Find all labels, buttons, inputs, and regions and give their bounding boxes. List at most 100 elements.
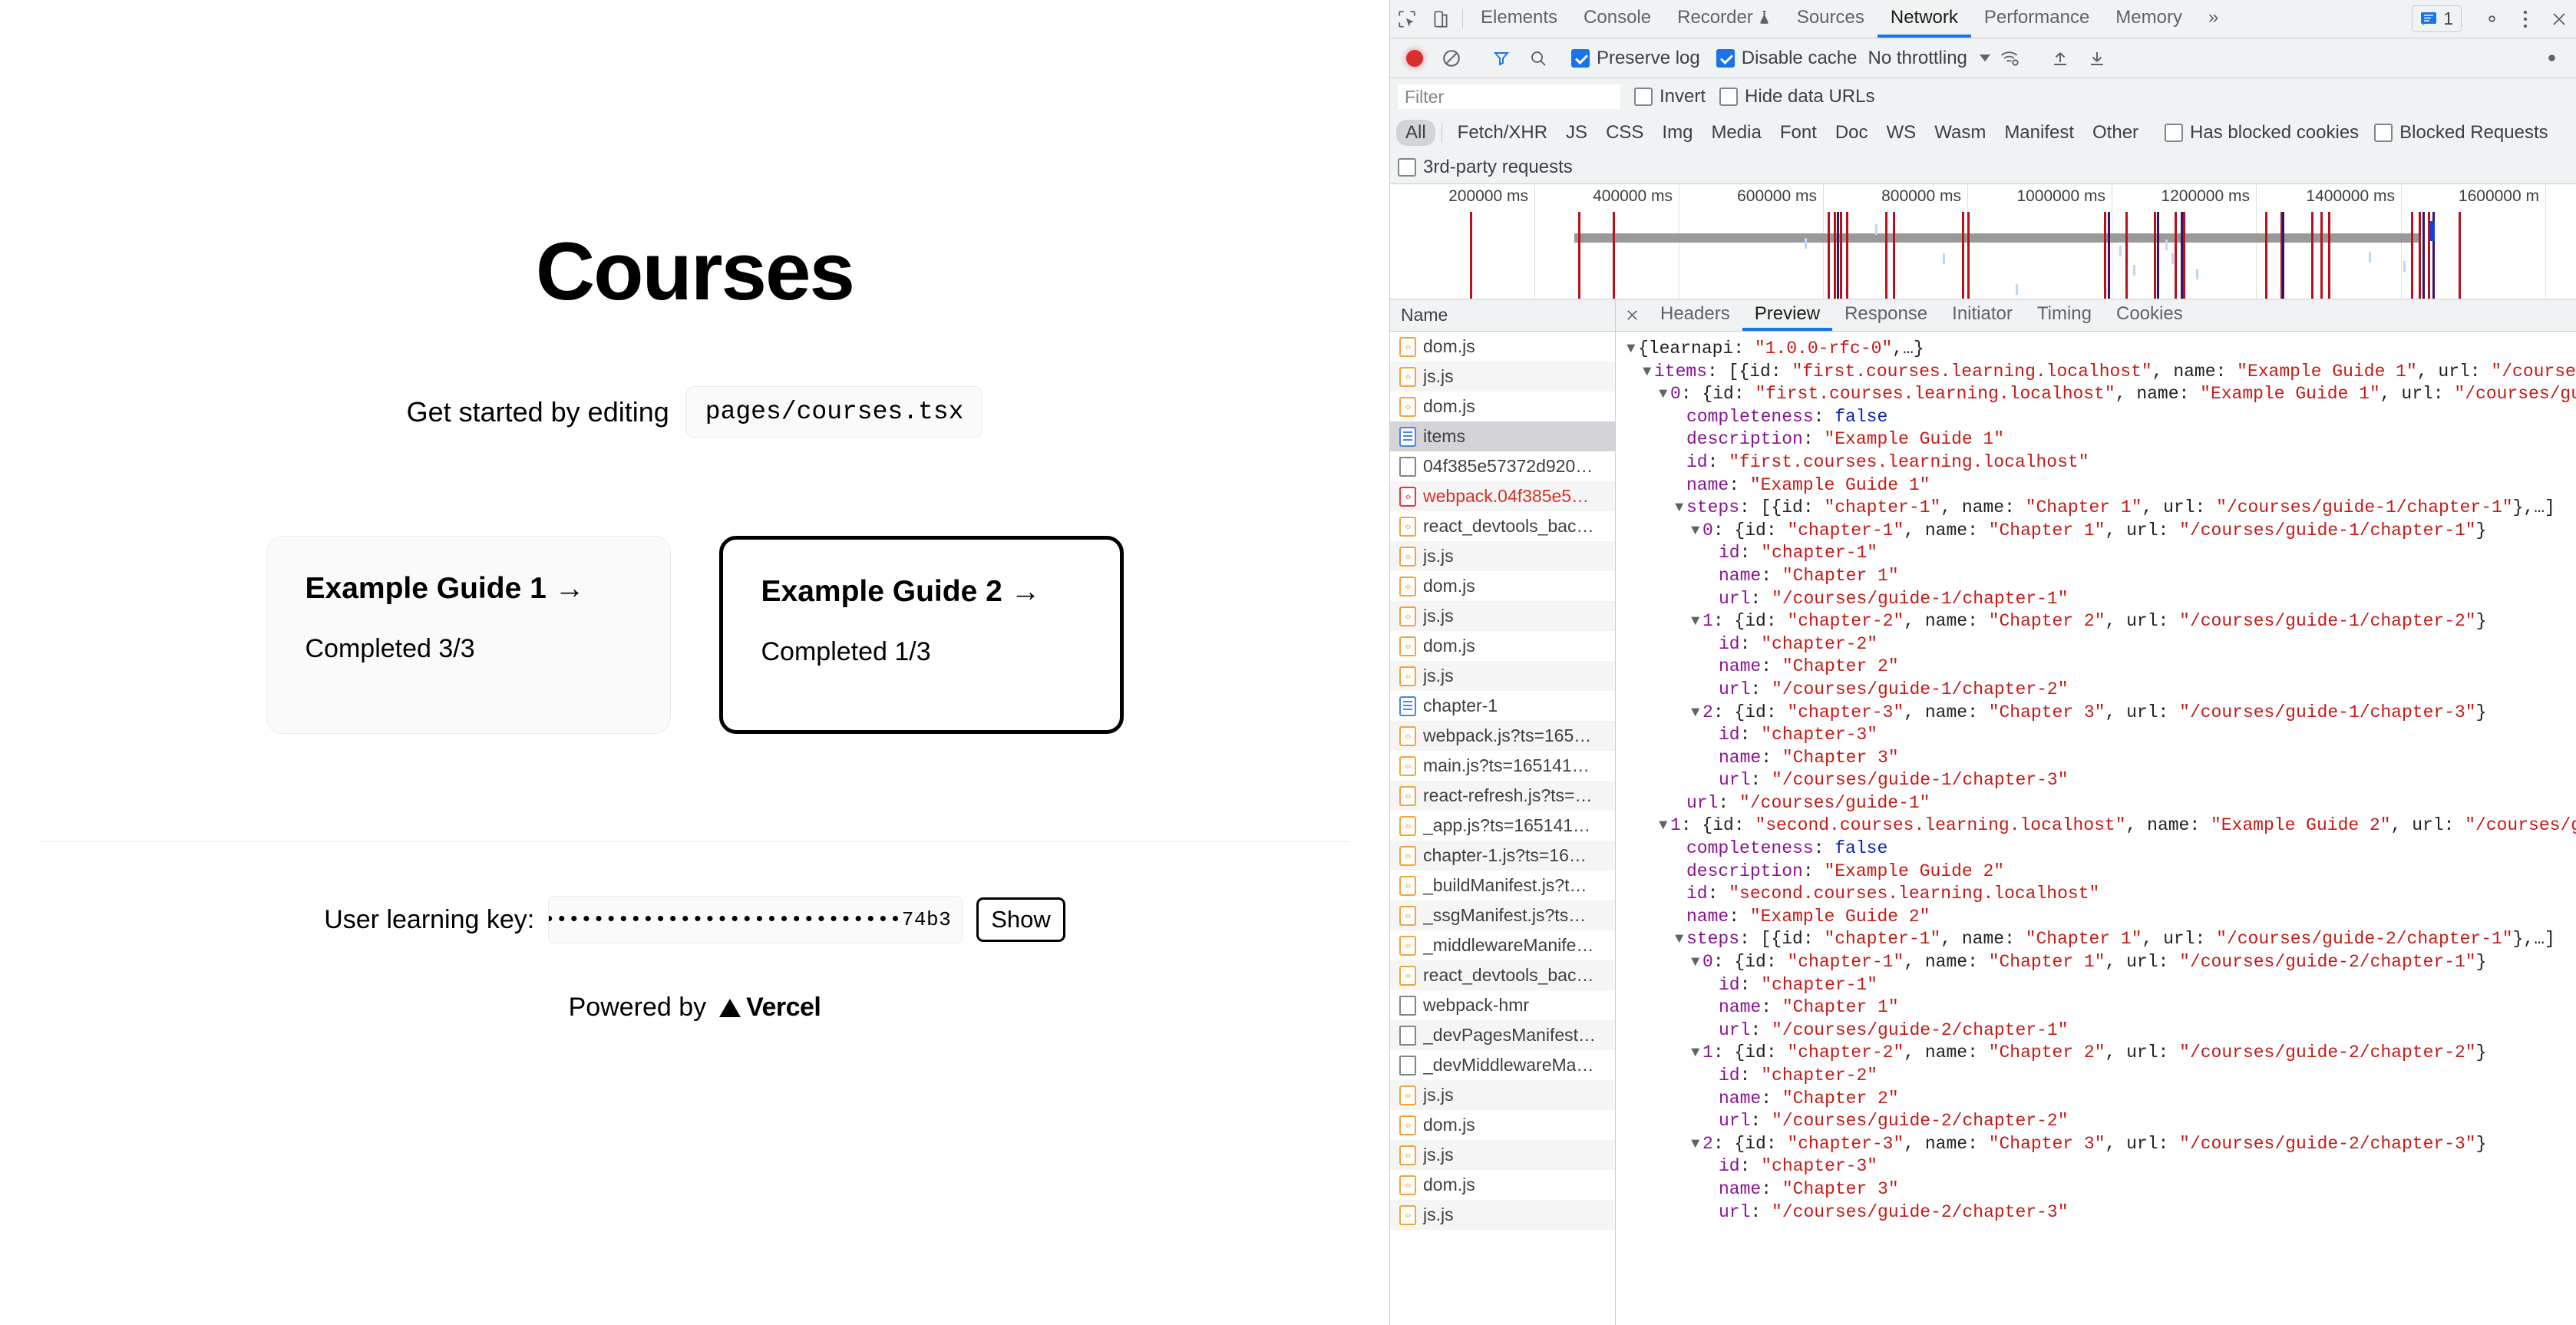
inspect-element-icon[interactable] [1390, 0, 1424, 38]
request-row[interactable]: chapter-1.js?ts=16… [1390, 841, 1615, 871]
detail-tab-initiator[interactable]: Initiator [1940, 299, 2025, 331]
tab-memory[interactable]: Memory [2102, 0, 2195, 38]
request-row[interactable]: js.js [1390, 541, 1615, 571]
type-filter-doc[interactable]: Doc [1826, 120, 1878, 146]
json-line[interactable]: completeness: false [1627, 406, 2576, 429]
json-line[interactable]: ▼ 1: {id: "second.courses.learning.localh… [1627, 814, 2576, 838]
type-filter-fetch-xhr[interactable]: Fetch/XHR [1448, 120, 1557, 146]
expand-triangle-icon[interactable]: ▼ [1627, 338, 1638, 361]
guide-card-2[interactable]: Example Guide 2 → Completed 1/3 [718, 536, 1124, 734]
request-row[interactable]: js.js [1390, 1140, 1615, 1170]
tab-performance[interactable]: Performance [1971, 0, 2102, 38]
expand-triangle-icon[interactable]: ▼ [1675, 497, 1686, 520]
expand-triangle-icon[interactable]: ▼ [1691, 610, 1702, 633]
request-row[interactable]: _ssgManifest.js?ts… [1390, 900, 1615, 930]
tab-recorder[interactable]: Recorder [1664, 0, 1784, 38]
type-filter-media[interactable]: Media [1702, 120, 1770, 146]
json-line[interactable]: id: "second.courses.learning.localhost" [1627, 883, 2576, 906]
hide-data-urls-checkbox[interactable]: Hide data URLs [1719, 86, 1874, 107]
json-line[interactable]: name: "Chapter 2" [1627, 656, 2576, 679]
expand-triangle-icon[interactable]: ▼ [1691, 1042, 1702, 1065]
request-rows[interactable]: dom.js js.js dom.js items 04f385e57372d920… w… [1390, 332, 1615, 1325]
json-line[interactable]: url: "/courses/guide-1/chapter-3" [1627, 769, 2576, 792]
network-overview-timeline[interactable]: 200000 ms 400000 ms 600000 ms 800000 ms 1000… [1390, 184, 2576, 299]
json-line[interactable]: name: "Chapter 3" [1627, 1178, 2576, 1201]
type-filter-ws[interactable]: WS [1878, 120, 1926, 146]
network-settings-gear-icon[interactable] [2535, 48, 2568, 68]
json-line[interactable]: url: "/courses/guide-1/chapter-1" [1627, 588, 2576, 611]
json-preview-tree[interactable]: ▼ {learnapi: "1.0.0-rfc-0",…} ▼ items: [{id… [1616, 332, 2576, 1325]
json-line[interactable]: id: "chapter-2" [1627, 633, 2576, 656]
request-row[interactable]: _buildManifest.js?t… [1390, 871, 1615, 900]
close-detail-icon[interactable] [1616, 299, 1648, 331]
detail-tab-timing[interactable]: Timing [2025, 299, 2104, 331]
request-row[interactable]: webpack.js?ts=165… [1390, 721, 1615, 751]
json-line[interactable]: url: "/courses/guide-1/chapter-2" [1627, 679, 2576, 702]
json-line[interactable]: id: "chapter-1" [1627, 974, 2576, 997]
request-row[interactable]: js.js [1390, 362, 1615, 392]
json-line[interactable]: ▼ 1: {id: "chapter-2", name: "Chapter 2",… [1627, 1042, 2576, 1065]
request-row[interactable]: _middlewareManife… [1390, 930, 1615, 960]
json-line[interactable]: ▼ 0: {id: "chapter-1", name: "Chapter 1",… [1627, 951, 2576, 974]
has-blocked-cookies-checkbox[interactable]: Has blocked cookies [2165, 122, 2359, 144]
request-row[interactable]: dom.js [1390, 631, 1615, 661]
request-row[interactable]: dom.js [1390, 1110, 1615, 1140]
detail-tab-response[interactable]: Response [1832, 299, 1940, 331]
clear-network-log-button[interactable] [1435, 48, 1468, 68]
request-row[interactable]: js.js [1390, 1080, 1615, 1110]
filter-input[interactable] [1398, 84, 1620, 109]
json-line[interactable]: ▼ items: [{id: "first.courses.learning.lo… [1627, 361, 2576, 384]
request-row[interactable]: main.js?ts=165141… [1390, 751, 1615, 781]
json-line[interactable]: completeness: false [1627, 838, 2576, 861]
tab-elements[interactable]: Elements [1468, 0, 1570, 38]
json-line[interactable]: ▼ 2: {id: "chapter-3", name: "Chapter 3",… [1627, 1133, 2576, 1156]
json-line[interactable]: description: "Example Guide 1" [1627, 428, 2576, 451]
request-row[interactable]: js.js [1390, 601, 1615, 631]
json-line[interactable]: ▼ 0: {id: "chapter-1", name: "Chapter 1",… [1627, 520, 2576, 543]
preserve-log-checkbox[interactable]: Preserve log [1571, 48, 1700, 69]
type-filter-js[interactable]: JS [1557, 120, 1597, 146]
json-line[interactable]: url: "/courses/guide-1" [1627, 792, 2576, 815]
expand-triangle-icon[interactable]: ▼ [1643, 361, 1654, 384]
request-row[interactable]: react-refresh.js?ts=… [1390, 781, 1615, 811]
network-conditions-icon[interactable] [1993, 49, 2027, 68]
json-line[interactable]: name: "Example Guide 1" [1627, 474, 2576, 497]
settings-gear-icon[interactable] [2475, 8, 2508, 29]
expand-triangle-icon[interactable]: ▼ [1691, 520, 1702, 543]
type-filter-font[interactable]: Font [1771, 120, 1826, 146]
json-line[interactable]: description: "Example Guide 2" [1627, 861, 2576, 884]
request-list-header[interactable]: Name [1390, 299, 1615, 332]
json-line[interactable]: id: "first.courses.learning.localhost" [1627, 451, 2576, 474]
json-line[interactable]: name: "Chapter 2" [1627, 1088, 2576, 1111]
import-har-icon[interactable] [2043, 49, 2077, 68]
json-line[interactable]: id: "chapter-1" [1627, 542, 2576, 565]
filter-funnel-icon[interactable] [1485, 49, 1518, 68]
json-line[interactable]: url: "/courses/guide-2/chapter-3" [1627, 1201, 2576, 1224]
close-devtools-icon[interactable] [2542, 10, 2576, 28]
json-line[interactable]: url: "/courses/guide-2/chapter-1" [1627, 1019, 2576, 1042]
detail-tab-headers[interactable]: Headers [1648, 299, 1742, 331]
more-options-kebab-icon[interactable] [2508, 8, 2542, 30]
json-line[interactable]: name: "Chapter 1" [1627, 565, 2576, 588]
detail-tab-cookies[interactable]: Cookies [2104, 299, 2195, 331]
json-line[interactable]: ▼ steps: [{id: "chapter-1", name: "Chapte… [1627, 497, 2576, 520]
request-row[interactable]: js.js [1390, 661, 1615, 691]
json-line[interactable]: name: "Example Guide 2" [1627, 906, 2576, 929]
expand-triangle-icon[interactable]: ▼ [1691, 702, 1702, 725]
request-row[interactable]: 04f385e57372d920… [1390, 451, 1615, 481]
request-row[interactable]: js.js [1390, 1200, 1615, 1230]
type-filter-wasm[interactable]: Wasm [1925, 120, 1995, 146]
request-row[interactable]: chapter-1 [1390, 691, 1615, 721]
type-filter-img[interactable]: Img [1653, 120, 1702, 146]
detail-tab-preview[interactable]: Preview [1742, 299, 1833, 331]
request-row[interactable]: webpack.04f385e5… [1390, 481, 1615, 511]
request-row[interactable]: items [1390, 421, 1615, 451]
export-har-icon[interactable] [2080, 49, 2114, 68]
expand-triangle-icon[interactable]: ▼ [1691, 951, 1702, 974]
request-row[interactable]: _app.js?ts=165141… [1390, 811, 1615, 841]
json-line[interactable]: id: "chapter-2" [1627, 1065, 2576, 1088]
json-line[interactable]: ▼ 0: {id: "first.courses.learning.localho… [1627, 383, 2576, 406]
tab-sources[interactable]: Sources [1784, 0, 1878, 38]
show-key-button[interactable]: Show [976, 897, 1065, 942]
expand-triangle-icon[interactable]: ▼ [1659, 814, 1670, 838]
